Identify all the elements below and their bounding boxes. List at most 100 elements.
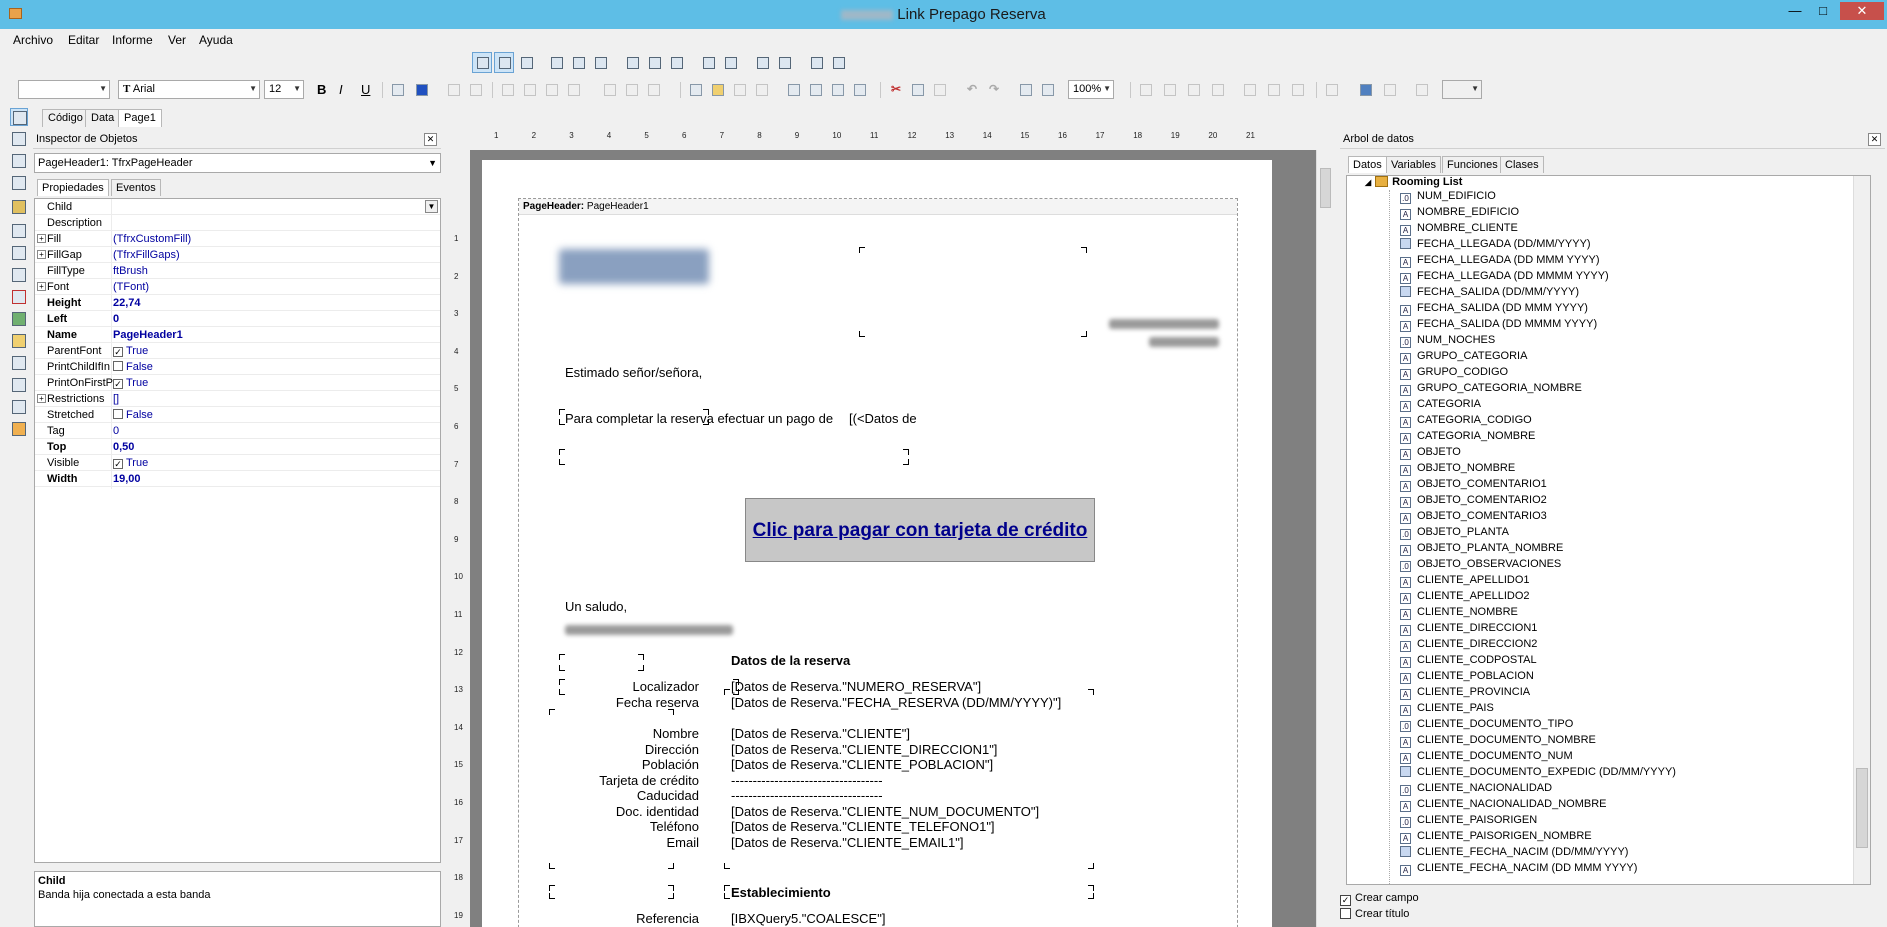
valign-middle-button[interactable] xyxy=(622,80,642,100)
frame-color-button[interactable] xyxy=(1380,80,1400,100)
menu-ver[interactable]: Ver xyxy=(168,33,186,47)
canvas-scrollbar[interactable] xyxy=(1316,150,1333,927)
insert-text-tool[interactable] xyxy=(10,288,28,306)
frame-left-button[interactable] xyxy=(1184,80,1204,100)
closing-text[interactable]: Un saludo, xyxy=(565,599,627,614)
field-value[interactable]: [Datos de Reserva."CLIENTE"] xyxy=(731,726,910,741)
insert-memo-tool[interactable] xyxy=(10,398,28,416)
property-row[interactable]: Stretched False xyxy=(35,407,440,423)
page-settings-button[interactable] xyxy=(850,80,870,100)
insert-band-tool[interactable] xyxy=(10,222,28,240)
property-value[interactable]: ✓ True xyxy=(113,345,438,357)
property-row[interactable]: + Restrictions[] xyxy=(35,391,440,407)
tree-field[interactable]: A CATEGORIA_NOMBRE xyxy=(1400,430,1535,446)
field-label[interactable]: Localizador xyxy=(549,679,700,694)
checkbox-checked-icon[interactable]: ✓ xyxy=(113,379,123,389)
tree-field[interactable]: A CLIENTE_DOCUMENTO_NUM xyxy=(1400,750,1573,766)
menu-ayuda[interactable]: Ayuda xyxy=(199,33,233,47)
expand-icon[interactable]: + xyxy=(37,250,46,259)
zoom-tool[interactable] xyxy=(10,152,28,170)
tab-datos[interactable]: Datos xyxy=(1348,156,1387,173)
section-title-establecimiento[interactable]: Establecimiento xyxy=(731,885,831,900)
property-value[interactable]: PageHeader1 xyxy=(113,329,438,341)
tree-field[interactable]: A OBJETO_COMENTARIO1 xyxy=(1400,478,1547,494)
tree-field[interactable]: A CLIENTE_POBLACION xyxy=(1400,670,1534,686)
tab-clases[interactable]: Clases xyxy=(1500,156,1544,173)
text-justify-button[interactable] xyxy=(564,80,584,100)
field-value[interactable]: [Datos de Reserva."CLIENTE_POBLACION"] xyxy=(731,757,993,772)
close-icon[interactable]: ✕ xyxy=(1868,133,1881,146)
fit-grid-button[interactable] xyxy=(516,52,536,73)
redo-button[interactable]: ↷ xyxy=(984,80,1004,100)
property-value[interactable]: ftBrush xyxy=(113,265,438,277)
property-row[interactable]: FillType ftBrush xyxy=(35,263,440,279)
field-value[interactable]: [Datos de Reserva."CLIENTE_DIRECCION1"] xyxy=(731,742,997,757)
field-label[interactable]: Teléfono xyxy=(549,819,699,834)
checkbox-checked-icon[interactable]: ✓ xyxy=(113,347,123,357)
new-page-button[interactable] xyxy=(784,80,804,100)
field-label[interactable]: Población xyxy=(549,757,699,772)
tree-field[interactable]: A FECHA_LLEGADA (DD MMMM YYYY) xyxy=(1400,270,1609,286)
text-align-right-button[interactable] xyxy=(542,80,562,100)
same-height-button[interactable] xyxy=(828,52,848,73)
field-label[interactable]: Tarjeta de crédito xyxy=(549,773,699,788)
page-header-band[interactable]: PageHeader: PageHeader1 Estimado señor/s… xyxy=(518,198,1238,927)
open-report-button[interactable] xyxy=(708,80,728,100)
property-row[interactable]: + FillGap (TfrxFillGaps) xyxy=(35,247,440,263)
field-label[interactable]: Caducidad xyxy=(549,788,699,803)
tree-field[interactable]: .0 NUM_EDIFICIO xyxy=(1400,190,1496,206)
tree-field[interactable]: A CLIENTE_PAISORIGEN_NOMBRE xyxy=(1400,830,1592,846)
tree-field[interactable]: A OBJETO_COMENTARIO3 xyxy=(1400,510,1547,526)
save-report-button[interactable] xyxy=(730,80,750,100)
property-row[interactable]: Child ▼ xyxy=(35,199,440,215)
payment-text[interactable]: Para completar la reserva efectuar un pa… xyxy=(565,411,833,426)
tree-field[interactable]: CLIENTE_DOCUMENTO_EXPEDIC (DD/MM/YYYY) xyxy=(1400,766,1676,782)
tree-field[interactable]: FECHA_SALIDA (DD/MM/YYYY) xyxy=(1400,286,1579,302)
expand-icon[interactable]: + xyxy=(37,394,46,403)
highlight-button[interactable] xyxy=(444,80,464,100)
tab-eventos[interactable]: Eventos xyxy=(111,179,161,196)
field-value[interactable]: [Datos de Reserva."NUMERO_RESERVA"] xyxy=(731,679,981,694)
tree-field[interactable]: A CLIENTE_NACIONALIDAD_NOMBRE xyxy=(1400,798,1607,814)
insert-checkbox-tool[interactable] xyxy=(10,266,28,284)
tree-field[interactable]: A FECHA_SALIDA (DD MMMM YYYY) xyxy=(1400,318,1597,334)
property-row[interactable]: Height 22,74 xyxy=(35,295,440,311)
greeting-text[interactable]: Estimado señor/señora, xyxy=(565,365,702,380)
property-row[interactable]: Name PageHeader1 xyxy=(35,327,440,343)
insert-shape-tool[interactable] xyxy=(10,354,28,372)
insert-subreport-tool[interactable] xyxy=(10,332,28,350)
property-row[interactable]: PrintChildIfIn False xyxy=(35,359,440,375)
expand-icon[interactable]: + xyxy=(37,234,46,243)
undo-button[interactable]: ↶ xyxy=(962,80,982,100)
field-value[interactable]: [Datos de Reserva."CLIENTE_EMAIL1"] xyxy=(731,835,964,850)
tree-field[interactable]: .0 OBJETO_OBSERVACIONES xyxy=(1400,558,1561,574)
property-value[interactable]: (TfrxFillGaps) xyxy=(113,249,438,261)
field-label[interactable]: Nombre xyxy=(549,726,699,741)
field-value[interactable]: ----------------------------------- xyxy=(731,788,883,803)
valign-bottom-button[interactable] xyxy=(644,80,664,100)
font-color-button[interactable] xyxy=(412,80,432,100)
property-value[interactable]: False xyxy=(113,361,438,373)
valign-top-button[interactable] xyxy=(600,80,620,100)
tree-field[interactable]: A CLIENTE_APELLIDO1 xyxy=(1400,574,1530,590)
property-row[interactable]: Top 0,50 xyxy=(35,439,440,455)
create-title-option[interactable]: Crear título xyxy=(1340,908,1409,920)
collapse-icon[interactable]: ◢ xyxy=(1365,178,1371,187)
tree-field[interactable]: A CATEGORIA_CODIGO xyxy=(1400,414,1532,430)
align-top-button[interactable] xyxy=(622,52,642,73)
fill-editor-button[interactable] xyxy=(1356,80,1376,100)
maximize-button[interactable]: □ xyxy=(1810,2,1836,20)
property-row[interactable]: Left 0 xyxy=(35,311,440,327)
tree-field[interactable]: .0 OBJETO_PLANTA xyxy=(1400,526,1509,542)
center-horizontal-button[interactable] xyxy=(752,52,772,73)
property-row[interactable]: + Fill (TfrxCustomFill) xyxy=(35,231,440,247)
property-row[interactable]: PrintOnFirstP ✓ True xyxy=(35,375,440,391)
align-bottom-button[interactable] xyxy=(666,52,686,73)
property-value[interactable]: 22,74 xyxy=(113,297,438,309)
property-value[interactable]: ✓ True xyxy=(113,377,438,389)
text-align-center-button[interactable] xyxy=(520,80,540,100)
field-value[interactable]: [Datos de Reserva."CLIENTE_NUM_DOCUMENTO… xyxy=(731,804,1039,819)
tree-field[interactable]: A NOMBRE_CLIENTE xyxy=(1400,222,1518,238)
tab-propiedades[interactable]: Propiedades xyxy=(37,179,109,196)
field-value[interactable]: [IBXQuery5."COALESCE"] xyxy=(731,911,885,926)
